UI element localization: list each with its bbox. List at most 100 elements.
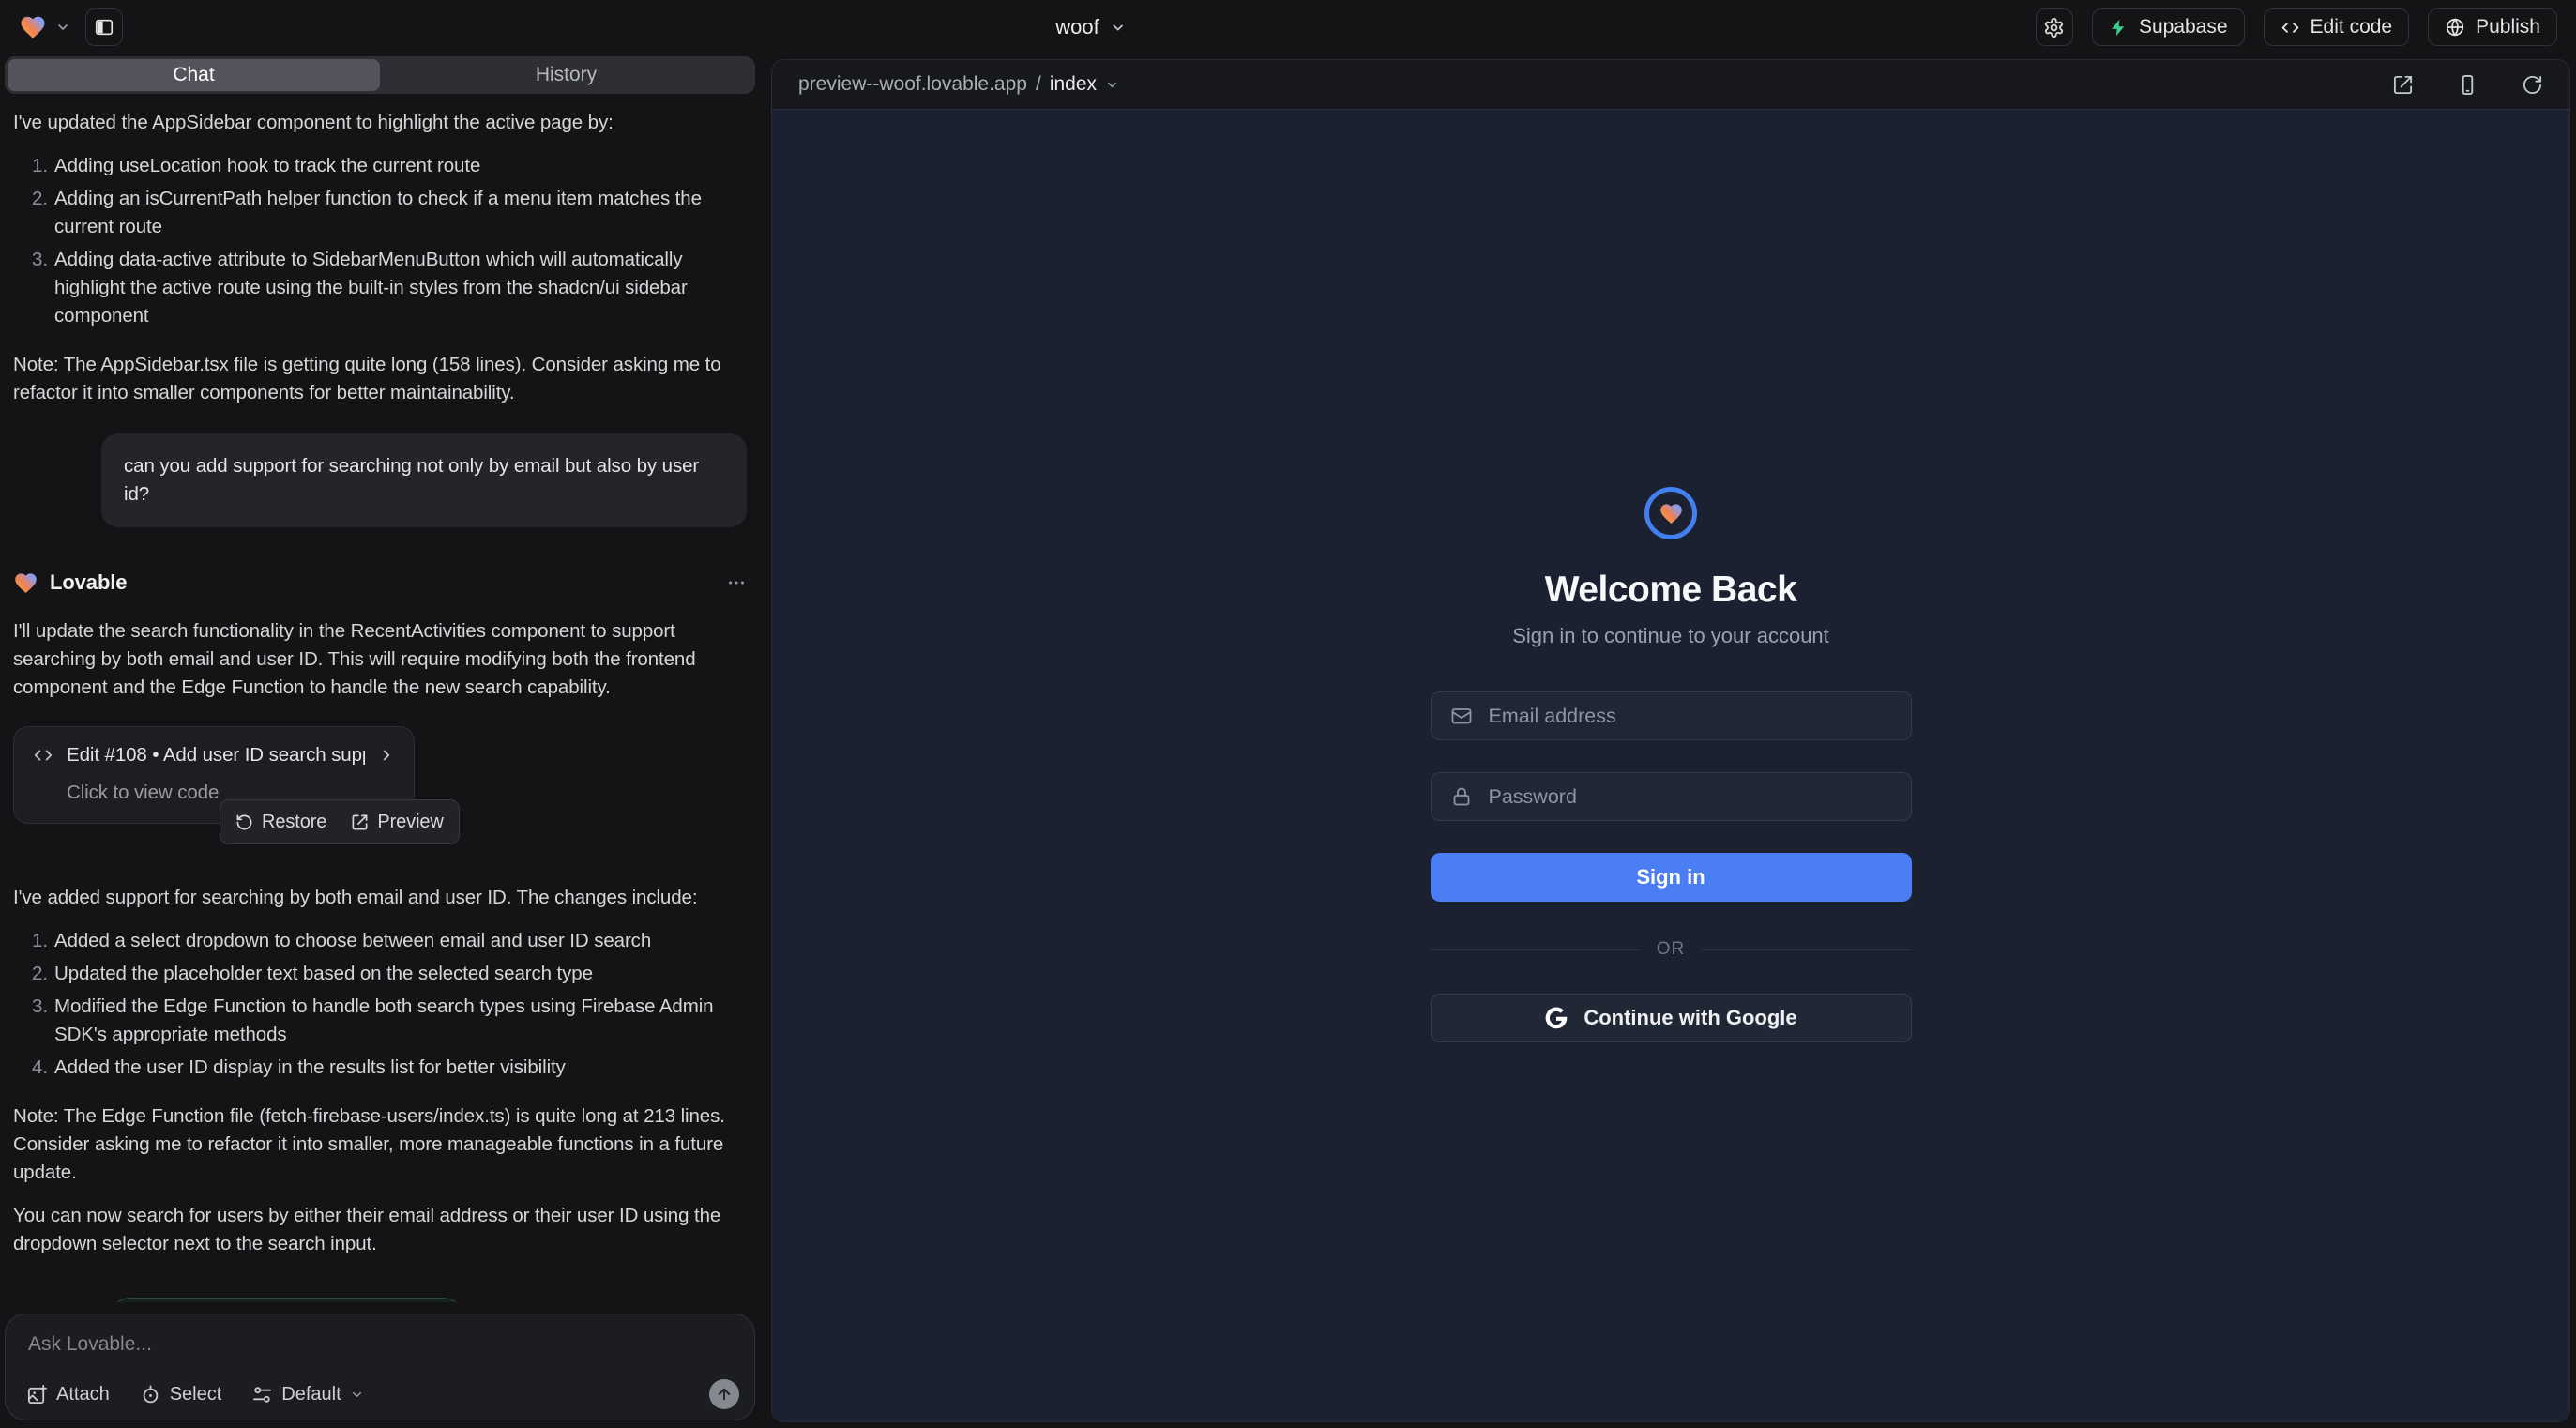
chat-input[interactable] — [28, 1331, 685, 1369]
google-label: Continue with Google — [1583, 1006, 1796, 1030]
ellipsis-menu-icon[interactable] — [726, 572, 747, 593]
arrow-up-icon — [716, 1386, 733, 1403]
project-title: woof — [1055, 15, 1099, 39]
chevron-right-icon — [378, 747, 395, 764]
send-button[interactable] — [709, 1379, 739, 1409]
chevron-down-icon — [350, 1388, 364, 1402]
list-item: Updated the placeholder text based on th… — [32, 960, 747, 988]
list-item: Adding useLocation hook to track the cur… — [32, 152, 747, 180]
assistant-note: Note: The Edge Function file (fetch-fire… — [13, 1102, 747, 1187]
lovable-app-window: woof Supabase Edit code — [0, 0, 2576, 1428]
restore-icon — [235, 813, 253, 831]
email-field[interactable] — [1487, 704, 1892, 729]
restore-button[interactable]: Restore — [235, 808, 326, 836]
preview-page: index — [1050, 73, 1097, 96]
composer-actions: Attach Select Default — [26, 1379, 739, 1409]
list-item: Adding an isCurrentPath helper function … — [32, 185, 747, 241]
select-label: Select — [170, 1384, 222, 1405]
lock-icon — [1450, 785, 1473, 808]
path-separator: / — [1036, 73, 1041, 96]
chat-mode-selector[interactable]: Default — [251, 1384, 363, 1405]
publish-button[interactable]: Publish — [2428, 8, 2557, 46]
list-item: Adding data-active attribute to SidebarM… — [32, 246, 747, 330]
preview-label: Preview — [377, 808, 443, 836]
preview-url-selector[interactable]: preview--woof.lovable.app / index — [798, 73, 1119, 96]
globe-icon — [2445, 17, 2465, 38]
assistant-paragraph: I've added support for searching by both… — [13, 884, 747, 912]
divider-line — [1431, 949, 1640, 950]
tab-history[interactable]: History — [380, 59, 752, 91]
preview-toolbar-icons — [2392, 74, 2543, 96]
edit-card-title: Edit #108 • Add user ID search supp... — [67, 741, 365, 769]
restored-status-row: Restored #107 Highlight Active Page in S… — [13, 1298, 747, 1302]
toggle-sidebar-button[interactable] — [85, 8, 123, 46]
settings-button[interactable] — [2036, 8, 2073, 46]
assistant-paragraph: I've updated the AppSidebar component to… — [13, 109, 747, 137]
restored-version-badge[interactable]: #107 Highlight Active Page in Sidebar — [109, 1298, 464, 1302]
edit-card-group: Edit #108 • Add user ID search supp... C… — [13, 726, 747, 824]
or-label: OR — [1657, 939, 1686, 960]
supabase-label: Supabase — [2139, 16, 2228, 38]
main-split: Chat History I've updated the AppSidebar… — [0, 54, 2576, 1428]
preview-version-button[interactable]: Preview — [351, 808, 443, 836]
mode-label: Default — [281, 1384, 341, 1405]
publish-label: Publish — [2476, 16, 2540, 38]
assistant-name: Lovable — [50, 569, 127, 597]
edit-code-button[interactable]: Edit code — [2264, 8, 2410, 46]
chevron-down-icon — [1111, 20, 1127, 36]
tab-chat[interactable]: Chat — [8, 59, 380, 91]
password-field[interactable] — [1487, 784, 1892, 810]
google-sign-in-button[interactable]: Continue with Google — [1431, 994, 1912, 1042]
preview-header: preview--woof.lovable.app / index — [772, 60, 2569, 110]
assistant-numbered-list: Added a select dropdown to choose betwee… — [13, 927, 747, 1082]
open-in-new-tab-icon[interactable] — [2392, 74, 2414, 96]
chat-panel: Chat History I've updated the AppSidebar… — [0, 54, 760, 1428]
app-logo-badge — [1644, 487, 1697, 539]
external-link-icon — [351, 813, 369, 831]
preview-domain: preview--woof.lovable.app — [798, 73, 1027, 96]
list-item: Modified the Edge Function to handle bot… — [32, 993, 747, 1049]
attach-label: Attach — [56, 1384, 110, 1405]
version-toolbar: Restore Preview — [220, 799, 460, 844]
chat-message-list[interactable]: I've updated the AppSidebar component to… — [0, 94, 760, 1302]
lovable-heart-icon — [19, 13, 47, 41]
attach-image-icon — [26, 1384, 48, 1405]
lovable-heart-icon — [13, 570, 38, 596]
lovable-logo-menu[interactable] — [19, 13, 70, 41]
composer: Attach Select Default — [5, 1314, 755, 1420]
list-item: Added the user ID display in the results… — [32, 1054, 747, 1082]
restore-label: Restore — [262, 808, 326, 836]
preview-pane: preview--woof.lovable.app / index — [771, 59, 2570, 1422]
or-divider: OR — [1431, 939, 1912, 960]
sliders-icon — [251, 1384, 273, 1405]
chat-history-tabs: Chat History — [5, 56, 755, 94]
heart-logo-icon — [1659, 501, 1684, 526]
project-menu[interactable]: woof — [1055, 15, 1126, 39]
google-g-icon — [1544, 1006, 1568, 1030]
supabase-button[interactable]: Supabase — [2092, 8, 2245, 46]
topbar: woof Supabase Edit code — [0, 0, 2576, 54]
divider-line — [1702, 949, 1911, 950]
code-icon — [33, 745, 53, 766]
code-icon — [2281, 18, 2300, 38]
edit-code-label: Edit code — [2311, 16, 2393, 38]
login-card: Welcome Back Sign in to continue to your… — [1431, 487, 1912, 1042]
login-title: Welcome Back — [1545, 570, 1797, 611]
chevron-down-icon — [55, 20, 70, 35]
mail-icon — [1450, 705, 1473, 727]
sign-in-button[interactable]: Sign in — [1431, 853, 1912, 902]
gear-icon — [2043, 17, 2065, 38]
assistant-paragraph: You can now search for users by either t… — [13, 1202, 747, 1258]
assistant-header: Lovable — [13, 569, 747, 597]
chevron-down-icon — [1105, 78, 1119, 92]
password-field-wrapper — [1431, 772, 1912, 821]
topbar-actions: Supabase Edit code Publish — [2036, 8, 2557, 46]
mobile-view-icon[interactable] — [2457, 74, 2478, 96]
select-element-button[interactable]: Select — [140, 1384, 222, 1405]
attach-button[interactable]: Attach — [26, 1384, 110, 1405]
assistant-numbered-list: Adding useLocation hook to track the cur… — [13, 152, 747, 330]
refresh-icon[interactable] — [2522, 74, 2543, 96]
assistant-note: Note: The AppSidebar.tsx file is getting… — [13, 351, 747, 407]
email-field-wrapper — [1431, 691, 1912, 740]
list-item: Added a select dropdown to choose betwee… — [32, 927, 747, 955]
